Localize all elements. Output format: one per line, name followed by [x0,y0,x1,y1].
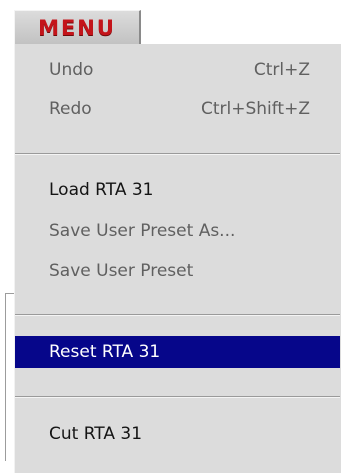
menu-item-redo-label: Redo [49,99,92,119]
menu-item-reset-rta-label: Reset RTA 31 [49,342,161,362]
highlight-frame-left [5,293,6,461]
menu-item-undo-shortcut: Ctrl+Z [253,60,310,80]
dropdown-menu: Undo Ctrl+Z Redo Ctrl+Shift+Z Load RTA 3… [14,44,341,473]
menu-item-redo[interactable]: Redo Ctrl+Shift+Z [15,93,340,125]
menu-item-cut-rta[interactable]: Cut RTA 31 [15,418,340,450]
menu-button[interactable]: MENU [14,10,141,44]
menu-item-save-user-preset-as[interactable]: Save User Preset As... [15,215,340,247]
menu-separator [15,314,340,316]
menu-item-load-rta[interactable]: Load RTA 31 [15,174,340,206]
menu-separator [15,396,340,398]
menu-item-redo-shortcut: Ctrl+Shift+Z [200,99,310,119]
menu-item-cut-rta-label: Cut RTA 31 [49,424,143,444]
menu-item-undo-label: Undo [49,60,94,80]
menu-item-save-user-preset[interactable]: Save User Preset [15,255,340,287]
menu-item-reset-rta[interactable]: Reset RTA 31 [15,336,340,368]
highlight-frame-top [5,293,14,294]
menu-screen: MENU Undo Ctrl+Z Redo Ctrl+Shift+Z Load … [0,0,341,473]
menu-button-label: MENU [38,15,116,40]
menu-item-undo[interactable]: Undo Ctrl+Z [15,54,340,86]
menu-item-save-user-preset-label: Save User Preset [49,261,194,281]
menu-item-save-user-preset-as-label: Save User Preset As... [49,221,236,241]
menu-separator [15,153,340,155]
menu-item-load-rta-label: Load RTA 31 [49,180,154,200]
